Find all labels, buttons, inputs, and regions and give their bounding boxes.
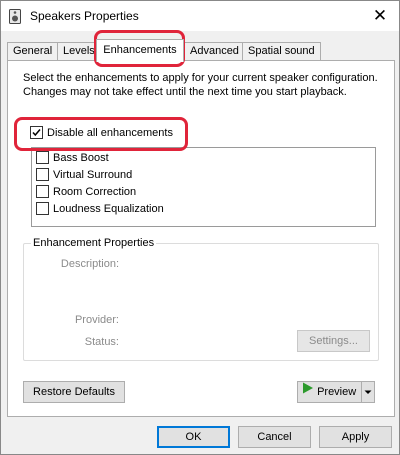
ok-button[interactable]: OK [157,426,230,448]
disable-all-label: Disable all enhancements [47,126,173,139]
tab-spatial-sound[interactable]: Spatial sound [242,42,321,61]
enhancements-description: Select the enhancements to apply for you… [23,72,378,98]
settings-button[interactable]: Settings... [297,330,370,352]
list-item[interactable]: Bass Boost [36,151,109,164]
tab-general[interactable]: General [7,42,59,61]
list-item-label: Loudness Equalization [53,202,164,215]
list-item[interactable]: Loudness Equalization [36,202,164,215]
apply-button[interactable]: Apply [319,426,392,448]
chevron-down-icon [364,390,372,394]
tab-advanced[interactable]: Advanced [184,42,245,61]
title-bar: Speakers Properties ✕ [1,1,399,31]
room-correction-checkbox[interactable] [36,185,49,198]
speaker-icon [9,9,21,24]
tab-label: Advanced [190,45,239,57]
loudness-equalization-checkbox[interactable] [36,202,49,215]
disable-all-checkbox-row[interactable]: Disable all enhancements [30,126,173,139]
tab-levels[interactable]: Levels [57,42,97,61]
list-item[interactable]: Room Correction [36,185,136,198]
tab-label: Enhancements [103,44,177,56]
window-title: Speakers Properties [30,9,139,23]
enhancement-properties-title: Enhancement Properties [31,237,157,249]
list-item[interactable]: Virtual Surround [36,168,132,181]
description-label: Description: [60,258,119,270]
tab-label: Levels [63,45,95,57]
provider-label: Provider: [74,314,119,326]
list-item-label: Room Correction [53,185,137,198]
restore-defaults-button[interactable]: Restore Defaults [23,381,125,403]
preview-dropdown[interactable] [361,382,374,402]
list-item-label: Virtual Surround [53,168,133,181]
tab-strip: General Levels Enhancements Advanced Spa… [7,39,397,62]
play-icon [302,381,314,401]
virtual-surround-checkbox[interactable] [36,168,49,181]
preview-label: Preview [317,386,357,398]
bass-boost-checkbox[interactable] [36,151,49,164]
cancel-button[interactable]: Cancel [238,426,311,448]
tab-label: Spatial sound [248,45,315,57]
preview-button[interactable]: Preview [297,381,375,403]
tab-enhancements[interactable]: Enhancements [96,39,184,62]
list-item-label: Bass Boost [53,151,109,164]
checkmark-icon [32,129,41,137]
speakers-properties-dialog: Speakers Properties ✕ General Levels Enh… [0,0,400,455]
disable-all-checkbox[interactable] [30,126,43,139]
close-icon: ✕ [372,6,388,25]
status-label: Status: [84,336,119,348]
close-button[interactable]: ✕ [367,4,393,28]
tab-label: General [13,45,53,57]
